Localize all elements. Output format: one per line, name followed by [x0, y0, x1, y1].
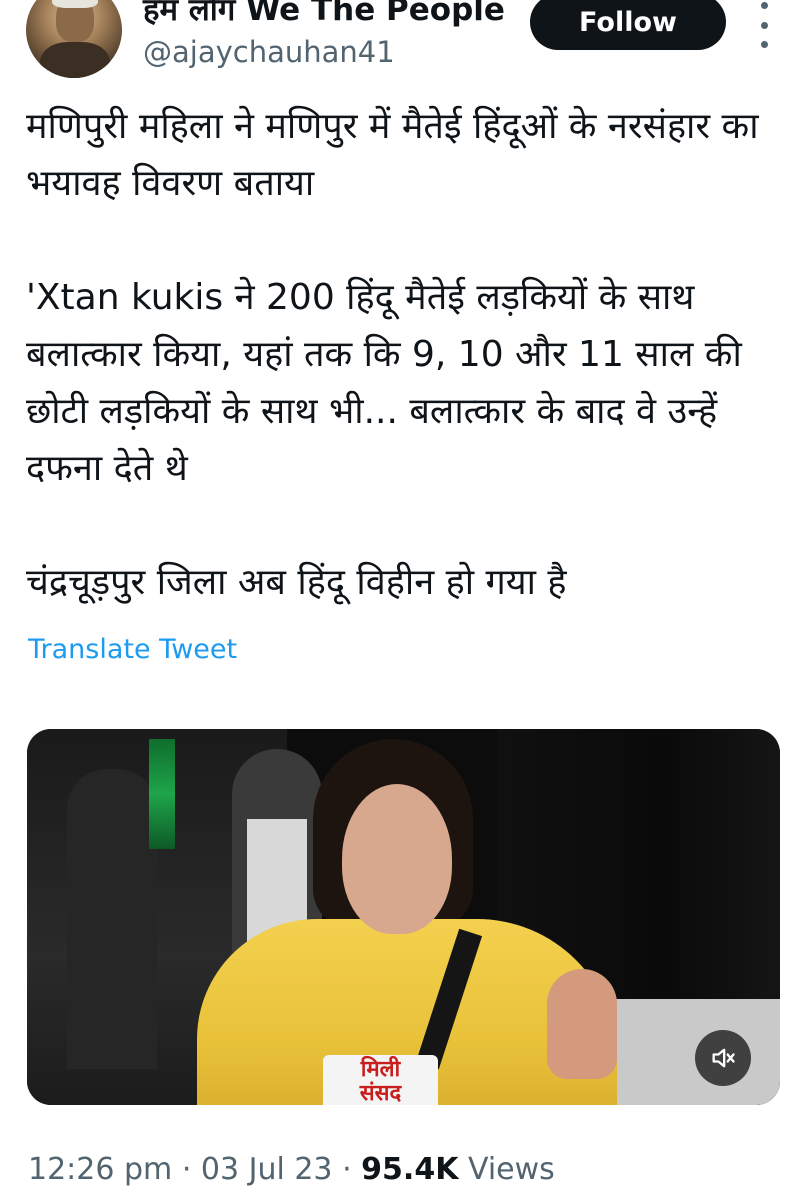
more-options-icon[interactable] — [752, 2, 776, 48]
tweet-header: हम लोग We The People @ajaychauhan41 Foll… — [0, 0, 806, 80]
mic-caption-line: मिली — [360, 1057, 401, 1082]
tweet-date[interactable]: 03 Jul 23 — [201, 1152, 333, 1187]
video-player[interactable]: मिली संसद — [27, 729, 780, 1105]
avatar[interactable] — [26, 0, 122, 78]
tweet-paragraph: मणिपुरी महिला ने मणिपुर में मैतेई हिंदूओ… — [26, 106, 759, 204]
tweet-paragraph: 'Xtan kukis ने 200 हिंदू मैतेई लड़कियों … — [26, 277, 742, 489]
mic-caption-line: संसद — [359, 1081, 402, 1106]
speaker-muted-icon[interactable] — [695, 1030, 751, 1086]
user-handle[interactable]: @ajaychauhan41 — [143, 34, 395, 70]
tweet-meta: 12:26 pm · 03 Jul 23 · 95.4K Views — [28, 1150, 555, 1190]
views-count: 95.4K — [361, 1152, 459, 1187]
views-label: Views — [467, 1152, 555, 1187]
separator: · — [342, 1152, 352, 1187]
tweet-paragraph: चंद्रचूड़पुर जिला अब हिंदू विहीन हो गया … — [26, 562, 567, 603]
mic-caption: मिली संसद — [323, 1055, 438, 1105]
translate-tweet-link[interactable]: Translate Tweet — [28, 632, 237, 668]
separator: · — [181, 1152, 192, 1187]
display-name[interactable]: हम लोग We The People — [143, 0, 505, 28]
tweet-text: मणिपुरी महिला ने मणिपुर में मैतेई हिंदूओ… — [26, 98, 776, 611]
follow-button[interactable]: Follow — [530, 0, 726, 50]
tweet-time[interactable]: 12:26 pm — [28, 1152, 172, 1187]
